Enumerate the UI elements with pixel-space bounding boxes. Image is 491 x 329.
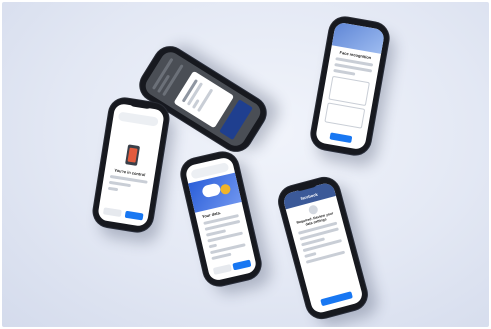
browser-url-bar[interactable] xyxy=(117,111,159,127)
phone-screen: Face recognition xyxy=(314,21,386,151)
phone-in-control: You're in control xyxy=(91,96,171,234)
option-radio-1[interactable] xyxy=(328,75,370,107)
get-started-button[interactable] xyxy=(320,291,353,307)
phone-screen: facebook Required: Review your data sett… xyxy=(281,181,365,315)
phone-screen: Your data. xyxy=(184,156,258,282)
continue-button[interactable] xyxy=(329,132,353,144)
next-button[interactable] xyxy=(124,210,144,221)
phone-facebook-settings: facebook Required: Review your data sett… xyxy=(275,174,371,322)
next-button[interactable] xyxy=(232,259,252,271)
phone-illustration xyxy=(125,144,141,166)
phone-screen: You're in control xyxy=(97,102,165,228)
back-button[interactable] xyxy=(102,207,122,218)
option-radio-2[interactable] xyxy=(324,102,366,129)
phone-face-recognition: Face recognition xyxy=(308,14,392,158)
facebook-logo-text: facebook xyxy=(300,191,319,202)
back-button[interactable] xyxy=(212,264,232,275)
avatar xyxy=(307,204,319,216)
phone-your-data: Your data. xyxy=(178,149,264,289)
desk-background: Face recognition You're in control Your … xyxy=(2,2,489,327)
